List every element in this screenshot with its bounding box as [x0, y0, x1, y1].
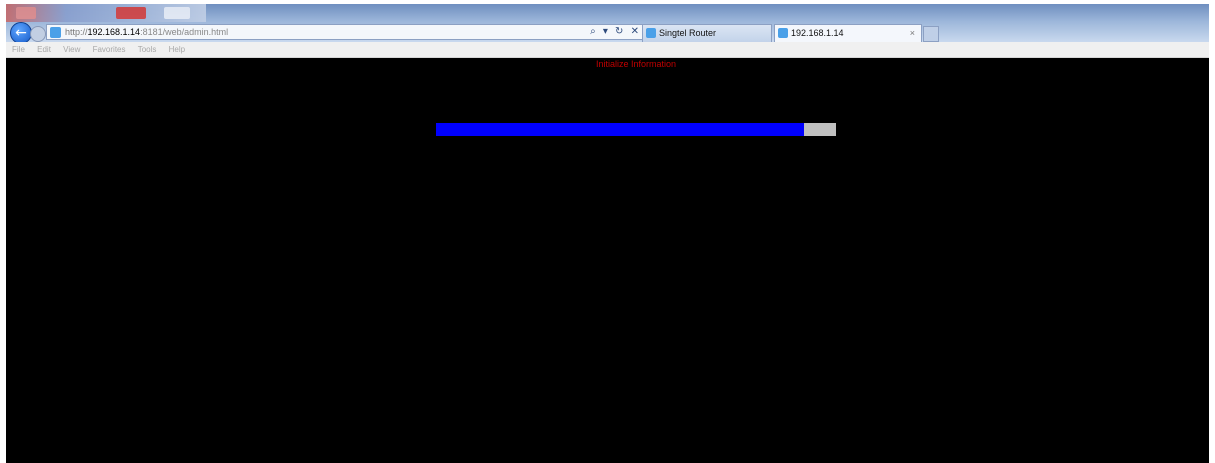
tab-label: 192.168.1.14	[791, 28, 844, 38]
progress-bar	[436, 123, 836, 136]
back-button[interactable]: ←	[10, 22, 32, 44]
address-host: 192.168.1.14	[87, 27, 141, 37]
arrow-left-icon: ←	[15, 25, 27, 41]
menu-tools[interactable]: Tools	[138, 45, 157, 54]
address-bar[interactable]: http://192.168.1.14:8181/web/admin.html …	[46, 24, 646, 40]
taskbar-app-icon[interactable]	[16, 7, 36, 19]
page-content: Initialize Information	[6, 58, 1209, 463]
browser-toolbar: ← http://192.168.1.14:8181/web/admin.htm…	[6, 4, 1209, 44]
menu-view[interactable]: View	[63, 45, 80, 54]
taskbar-app-icon[interactable]	[116, 7, 146, 19]
menu-help[interactable]: Help	[169, 45, 185, 54]
close-tab-icon[interactable]: ×	[910, 25, 915, 41]
address-prefix: http://	[65, 27, 88, 37]
menu-file[interactable]: File	[12, 45, 25, 54]
tab-label: Singtel Router	[659, 28, 717, 38]
browser-window: ← http://192.168.1.14:8181/web/admin.htm…	[6, 4, 1209, 463]
address-path: :8181/web/admin.html	[140, 27, 229, 37]
ie-page-icon	[50, 27, 61, 38]
menu-bar: File Edit View Favorites Tools Help	[6, 42, 1209, 58]
page-title: Initialize Information	[595, 59, 677, 69]
menu-edit[interactable]: Edit	[37, 45, 51, 54]
ie-page-icon	[646, 28, 656, 38]
tab-singtel-router[interactable]: Singtel Router	[642, 24, 772, 42]
tab-admin[interactable]: 192.168.1.14 ×	[774, 24, 922, 42]
taskbar-app-icon[interactable]	[164, 7, 190, 19]
progress-bar-fill	[436, 123, 804, 136]
menu-favorites[interactable]: Favorites	[93, 45, 126, 54]
forward-button[interactable]	[30, 26, 46, 42]
ie-page-icon	[778, 28, 788, 38]
search-refresh-stop-icons[interactable]: ⌕ ▾ ↻ ✕	[590, 25, 641, 39]
taskbar-strip	[6, 4, 206, 22]
new-tab-button[interactable]	[923, 26, 939, 42]
